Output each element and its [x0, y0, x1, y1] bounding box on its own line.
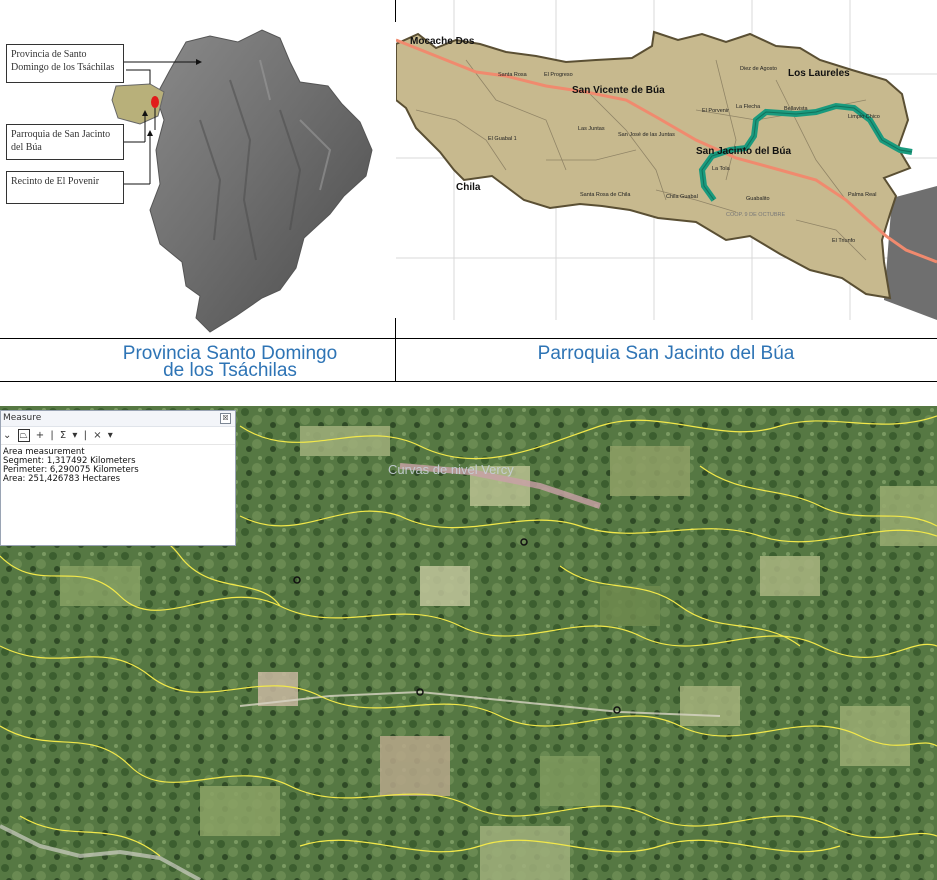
place-label: Palma Real — [848, 192, 877, 198]
place-label: Santa Rosa de Chila — [580, 192, 631, 198]
place-label: La Flecha — [736, 104, 761, 110]
place-label: Limpio Chico — [848, 114, 880, 120]
close-icon[interactable]: ☒ — [220, 413, 231, 424]
parish-road-map — [396, 0, 937, 320]
sum-icon[interactable]: Σ — [60, 427, 66, 444]
place-label: Chila Guabal — [666, 194, 698, 200]
place-los-laureles: Los Laureles — [788, 68, 850, 79]
place-label: El Progreso — [544, 72, 573, 78]
panel-divider — [395, 318, 396, 382]
parish-callout: Parroquia de San Jacinto del Búa — [6, 124, 124, 160]
right-caption: Parroquia San Jacinto del Búa — [537, 343, 795, 364]
enclosure-callout: Recinto de El Povenir — [6, 171, 124, 204]
measure-feature-icon[interactable]: + — [36, 427, 44, 444]
place-san-vicente: San Vicente de Búa — [572, 85, 665, 96]
clear-dropdown-icon[interactable]: ▾ — [108, 427, 113, 444]
place-label: COOP. 9 DE OCTUBRE — [726, 212, 786, 218]
place-label: San José de las Juntas — [618, 132, 675, 138]
contour-layer-label: Curvas de nivel Vercy — [388, 462, 514, 477]
place-label: Diez de Agosto — [740, 66, 777, 72]
place-label: El Guabal 1 — [488, 136, 517, 142]
place-label: El Triunfo — [832, 238, 856, 244]
enclosure-marker-icon — [151, 96, 159, 108]
place-san-jacinto: San Jacinto del Búa — [696, 146, 792, 157]
measure-title: Measure — [3, 413, 42, 423]
province-map-panel: Provincia de Santo Domingo de los Tsáchi… — [0, 0, 395, 338]
place-label: La Tola — [712, 166, 730, 172]
parish-map-panel: Mocache Dos San Vicente de Búa Los Laure… — [396, 0, 937, 338]
measure-window[interactable]: Measure ☒ ⌄ ⏢ + | Σ ▾ | × ▾ Area measure… — [0, 410, 236, 546]
place-label: El Porvenir — [702, 108, 729, 114]
place-label: Bellavista — [784, 106, 808, 112]
caption-top-border — [0, 338, 937, 339]
place-mocache-dos: Mocache Dos — [410, 36, 475, 47]
measure-area-icon[interactable]: ⏢ — [17, 429, 30, 442]
place-chila: Chila — [456, 182, 481, 193]
place-label: Las Juntas — [578, 126, 605, 132]
caption-bottom-border — [0, 381, 937, 382]
province-shape — [149, 29, 373, 333]
units-dropdown-icon[interactable]: ▾ — [72, 427, 77, 444]
result-area: Area: 251,426783 Hectares — [3, 474, 121, 484]
left-caption: Provincia Santo Domingo de los Tsáchilas — [122, 343, 338, 381]
toolbar-separator: | — [83, 430, 88, 441]
measure-toolbar: ⌄ ⏢ + | Σ ▾ | × ▾ — [1, 427, 235, 445]
clear-icon[interactable]: × — [93, 427, 101, 444]
toolbar-separator: | — [50, 430, 54, 441]
measure-results: Area measurement Segment: 1,317492 Kilom… — [1, 445, 235, 487]
measure-titlebar[interactable]: Measure ☒ — [1, 411, 235, 427]
place-label: Santa Rosa — [498, 72, 527, 78]
place-label: Guabalito — [746, 196, 770, 202]
dropdown-chevron-icon[interactable]: ⌄ — [3, 427, 11, 444]
panel-divider — [395, 0, 396, 22]
province-callout: Provincia de Santo Domingo de los Tsáchi… — [6, 44, 124, 83]
